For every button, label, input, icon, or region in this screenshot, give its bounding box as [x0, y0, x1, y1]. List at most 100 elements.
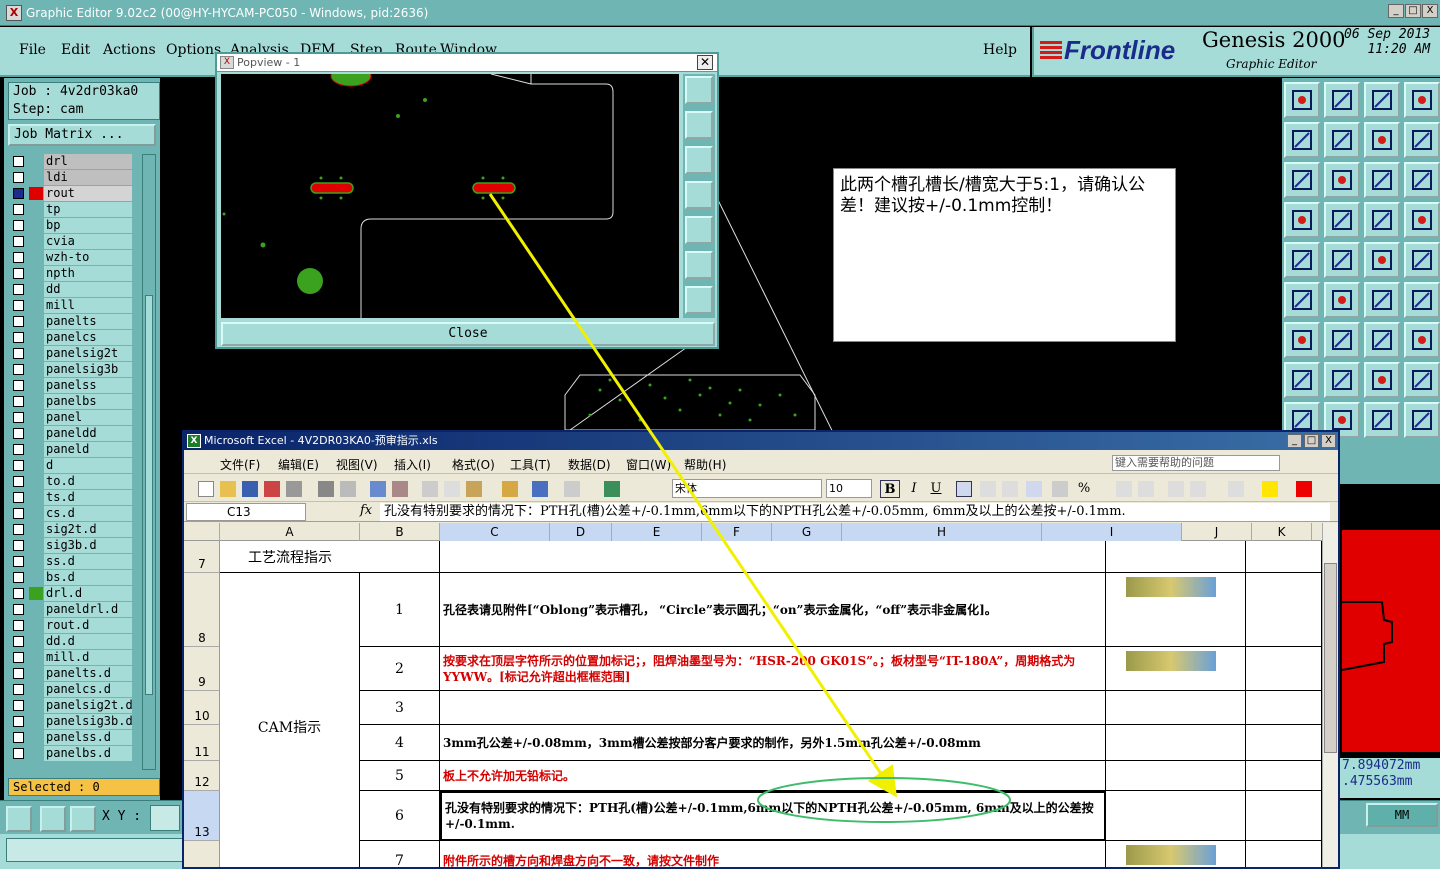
cell-c[interactable]: 孔径表请见附件[“Oblong”表示槽孔， “Circle”表示圆孔；“on”表…: [440, 573, 1106, 647]
paste-icon[interactable]: [466, 481, 482, 497]
units-button[interactable]: MM: [1366, 803, 1438, 827]
ruler-icon[interactable]: [1364, 242, 1400, 278]
hyperlink-icon[interactable]: [604, 481, 620, 497]
snap-icon[interactable]: [1284, 362, 1320, 398]
column-header[interactable]: B: [360, 523, 440, 541]
cell-attachment[interactable]: [1106, 691, 1246, 725]
triangle-4-icon[interactable]: [1404, 402, 1440, 438]
row-header[interactable]: 10: [184, 691, 220, 725]
email-icon[interactable]: [286, 481, 302, 497]
cell-b[interactable]: 3: [360, 691, 440, 725]
cell-merged-a[interactable]: CAM指示: [220, 573, 360, 867]
font-size-select[interactable]: 10: [826, 479, 872, 498]
move-down-icon[interactable]: [1324, 82, 1360, 118]
decrease-indent-icon[interactable]: [1168, 481, 1184, 497]
column-header[interactable]: I: [1042, 523, 1182, 541]
column-header[interactable]: A: [220, 523, 360, 541]
popview-canvas[interactable]: [221, 74, 679, 318]
select-all-corner[interactable]: [184, 523, 220, 541]
excel-menu-item[interactable]: 格式(O): [452, 456, 495, 473]
sheet-vscroll[interactable]: [1322, 523, 1338, 867]
cut-icon[interactable]: [422, 481, 438, 497]
increase-indent-icon[interactable]: [1190, 481, 1206, 497]
row-header[interactable]: 8: [184, 573, 220, 647]
save-icon[interactable]: [242, 481, 258, 497]
excel-menu-item[interactable]: 插入(I): [394, 456, 431, 473]
move-up-icon[interactable]: [1284, 82, 1320, 118]
resize-icon[interactable]: [1284, 162, 1320, 198]
cell-attachment[interactable]: [1106, 791, 1246, 841]
cell-attachment[interactable]: [1106, 573, 1246, 647]
excel-menu-item[interactable]: 工具(T): [510, 456, 551, 473]
popview-down-icon[interactable]: [685, 146, 713, 174]
popview-left-icon[interactable]: [685, 181, 713, 209]
delete-node-icon[interactable]: [1324, 282, 1360, 318]
column-header[interactable]: D: [550, 523, 612, 541]
spelling-icon[interactable]: [370, 481, 386, 497]
column-header[interactable]: E: [612, 523, 702, 541]
circle-icon[interactable]: [1404, 242, 1440, 278]
copy-icon[interactable]: [444, 481, 460, 497]
transform-icon[interactable]: [1324, 162, 1360, 198]
line-h-icon[interactable]: [1324, 362, 1360, 398]
help-icon[interactable]: [1404, 162, 1440, 198]
cell-attachment[interactable]: [1106, 841, 1246, 867]
node-move-icon[interactable]: [1364, 282, 1400, 318]
column-header[interactable]: G: [772, 523, 842, 541]
cell-c[interactable]: 孔没有特别要求的情况下：PTH孔(槽)公差+/-0.1mm,6mm以下的NPTH…: [440, 791, 1106, 841]
cell-c[interactable]: 板上不允许加无铅标记。: [440, 761, 1106, 791]
pad-icon[interactable]: [1284, 242, 1320, 278]
cell-empty[interactable]: [1246, 541, 1322, 573]
cell-b[interactable]: 5: [360, 761, 440, 791]
column-header[interactable]: K: [1252, 523, 1312, 541]
row-header[interactable]: 13: [184, 791, 220, 841]
cell-c[interactable]: [440, 541, 1106, 573]
help-search-input[interactable]: 键入需要帮助的问题: [1112, 455, 1280, 471]
arc-icon[interactable]: [1324, 242, 1360, 278]
slot-tool-icon[interactable]: [1404, 202, 1440, 238]
excel-menu-item[interactable]: 编辑(E): [278, 456, 319, 473]
column-header[interactable]: H: [842, 523, 1042, 541]
command-field[interactable]: [6, 838, 184, 862]
attachment-thumbnail[interactable]: [1126, 845, 1216, 865]
format-painter-icon[interactable]: [502, 481, 518, 497]
line-icon[interactable]: [1324, 322, 1360, 358]
cell-b[interactable]: [360, 541, 440, 573]
cell-empty[interactable]: [1246, 691, 1322, 725]
excel-minimize-button[interactable]: _: [1287, 434, 1302, 448]
cell-empty[interactable]: [1246, 791, 1322, 841]
shift-left-icon[interactable]: [1284, 122, 1320, 158]
node-add-icon[interactable]: [1404, 282, 1440, 318]
formula-input[interactable]: 孔没有特别要求的情况下：PTH孔(槽)公差+/-0.1mm,6mm以下的NPTH…: [380, 503, 1330, 521]
connect-icon[interactable]: [1284, 282, 1320, 318]
sheet-grid[interactable]: 7 工艺流程指示 8 1 孔径表请见附件[“Oblong”表示槽孔， “Circle”表…: [184, 541, 1322, 867]
layers-icon[interactable]: [1404, 82, 1440, 118]
xy-input[interactable]: [150, 805, 180, 831]
popview-zoom-out-icon[interactable]: [685, 286, 713, 314]
attachment-thumbnail[interactable]: [1126, 577, 1216, 597]
row-header[interactable]: 9: [184, 647, 220, 691]
cell-b[interactable]: 1: [360, 573, 440, 647]
italic-button[interactable]: I: [904, 480, 924, 498]
increase-decimal-icon[interactable]: [1116, 481, 1132, 497]
redo-icon[interactable]: [564, 481, 580, 497]
new-icon[interactable]: [198, 481, 214, 497]
grid-button[interactable]: [70, 806, 96, 832]
cell-c[interactable]: 3mm孔公差+/-0.08mm，3mm槽公差按部分客户要求的制作，另外1.5mm…: [440, 725, 1106, 761]
align-left-icon[interactable]: [956, 481, 972, 497]
cell-empty[interactable]: [1246, 725, 1322, 761]
excel-menu-item[interactable]: 数据(D): [568, 456, 611, 473]
column-header[interactable]: J: [1182, 523, 1252, 541]
group-icon[interactable]: [1404, 362, 1440, 398]
cut-tool-icon[interactable]: [1364, 202, 1400, 238]
popview-zoom-in-icon[interactable]: [685, 251, 713, 279]
align-center-icon[interactable]: [980, 481, 996, 497]
percent-button[interactable]: %: [1074, 480, 1094, 498]
excel-menu-item[interactable]: 视图(V): [336, 456, 378, 473]
mirror-icon[interactable]: [1404, 122, 1440, 158]
font-select[interactable]: 宋体: [672, 479, 822, 498]
row-header[interactable]: 7: [184, 541, 220, 573]
decrease-decimal-icon[interactable]: [1138, 481, 1154, 497]
underline-button[interactable]: U: [926, 480, 946, 498]
cell-empty[interactable]: [1246, 761, 1322, 791]
